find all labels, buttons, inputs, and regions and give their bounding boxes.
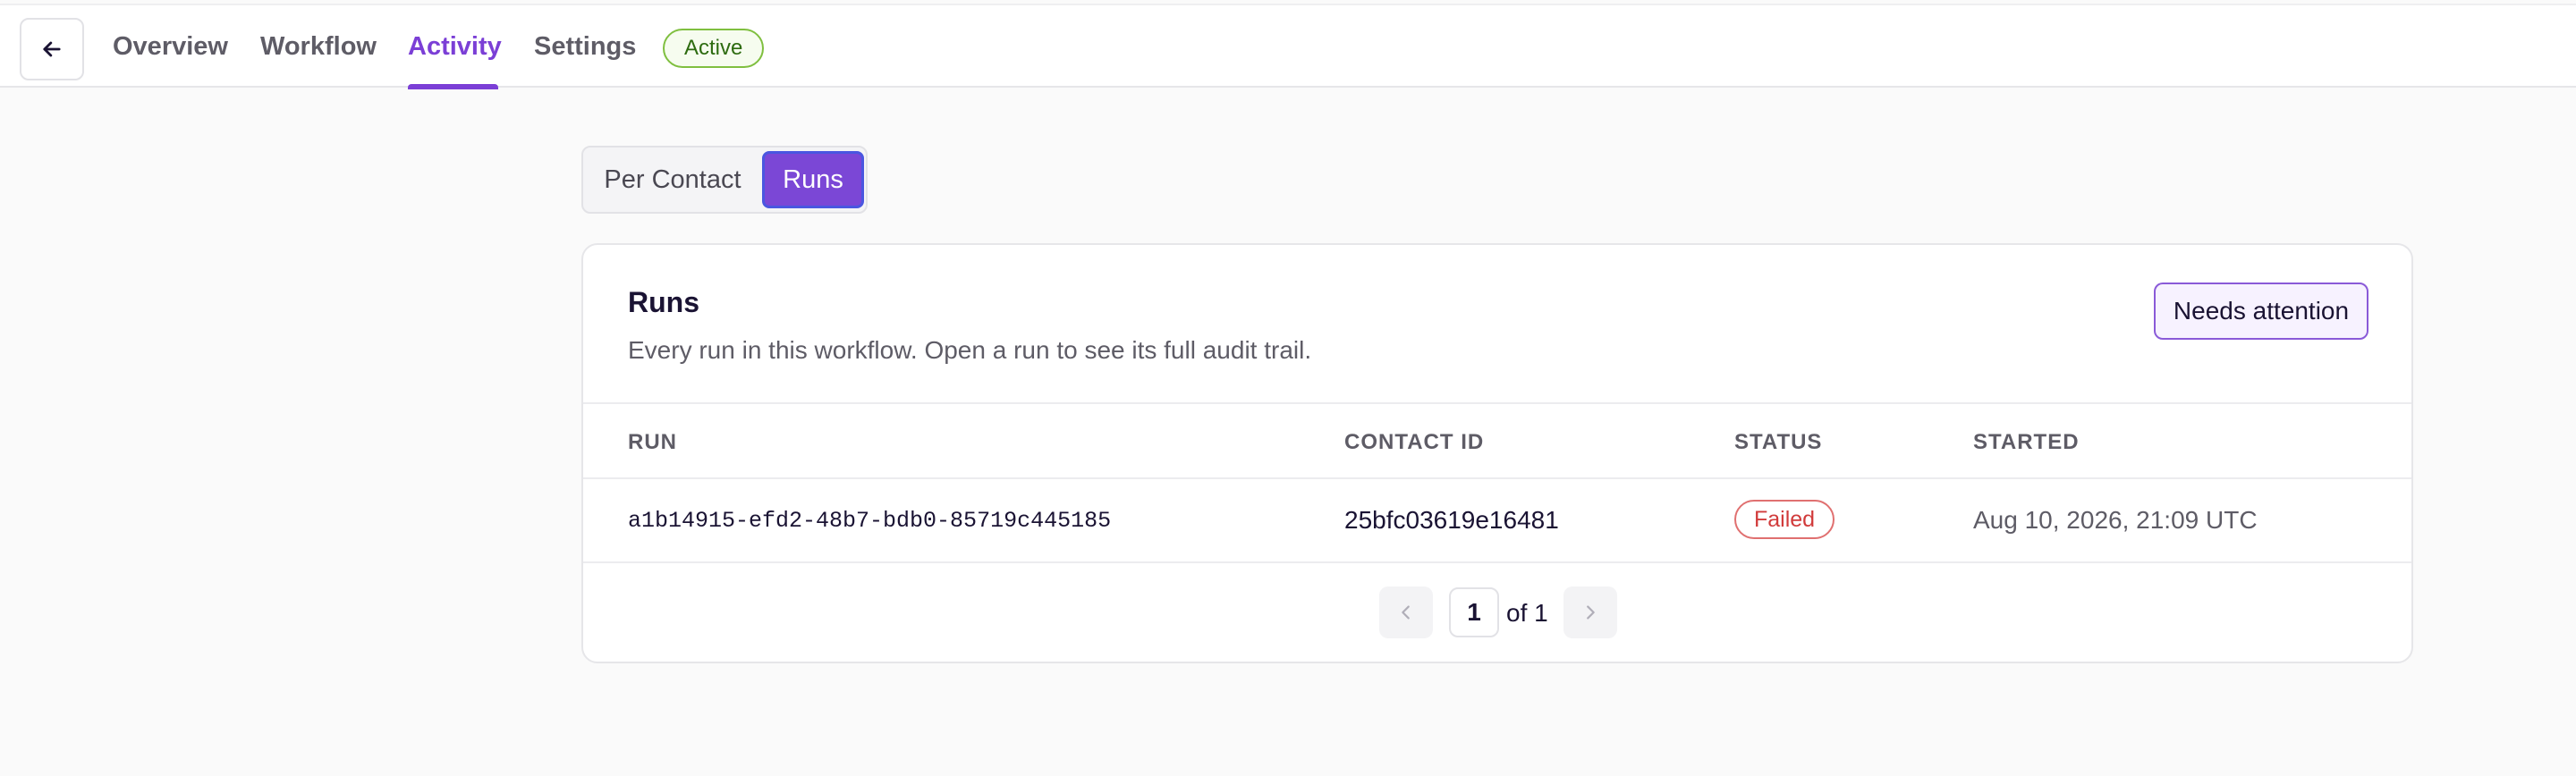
tab-workflow[interactable]: Workflow	[260, 32, 377, 62]
contact-id-cell: 25bfc03619e16481	[1344, 506, 1559, 534]
tab-activity[interactable]: Activity	[408, 32, 502, 62]
started-cell: Aug 10, 2026, 21:09 UTC	[1973, 506, 2258, 534]
arrow-left-icon	[43, 41, 61, 57]
card-subtitle: Every run in this workflow. Open a run t…	[628, 336, 1312, 364]
column-header-started: STARTED	[1973, 430, 2080, 454]
workflow-status-badge: Active	[663, 29, 765, 68]
tab-overview[interactable]: Overview	[113, 32, 228, 62]
column-header-contact-id: CONTACT ID	[1344, 430, 1485, 454]
chevron-right-icon	[1587, 605, 1595, 620]
card-title: Runs	[628, 286, 699, 318]
next-page-button[interactable]	[1563, 586, 1617, 638]
status-badge: Failed	[1734, 500, 1835, 539]
previous-page-button[interactable]	[1379, 586, 1433, 638]
run-id-cell[interactable]: a1b14915-efd2-48b7-bdb0-85719c445185	[628, 508, 1111, 534]
header-divider	[583, 402, 2411, 404]
needs-attention-button[interactable]: Needs attention	[2154, 283, 2368, 340]
toggle-per-contact[interactable]: Per Contact	[583, 148, 762, 212]
table-footer-divider	[583, 561, 2411, 563]
toggle-runs[interactable]: Runs	[762, 151, 864, 208]
column-header-status: STATUS	[1734, 430, 1823, 454]
page-count-label: of 1	[1506, 599, 1548, 627]
back-button[interactable]	[20, 18, 84, 80]
runs-card: Runs Every run in this workflow. Open a …	[581, 243, 2413, 663]
current-page[interactable]: 1	[1449, 587, 1499, 637]
chevron-left-icon	[1402, 605, 1410, 620]
tab-settings[interactable]: Settings	[534, 32, 636, 62]
top-navigation: Overview Workflow Activity Settings Acti…	[0, 4, 2576, 89]
column-header-run: RUN	[628, 430, 677, 454]
view-toggle: Per Contact Runs	[581, 146, 868, 214]
active-tab-indicator	[408, 84, 498, 89]
